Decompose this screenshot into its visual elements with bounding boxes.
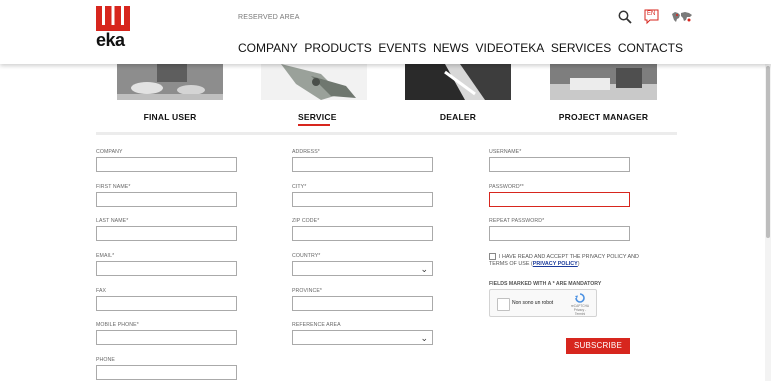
fax-label: FAX xyxy=(96,288,107,294)
project-manager-image[interactable] xyxy=(550,64,657,100)
first-name-input[interactable] xyxy=(96,192,237,207)
privacy-consent: I HAVE READ AND ACCEPT THE PRIVACY POLIC… xyxy=(489,253,639,268)
world-map-icon[interactable] xyxy=(671,10,693,28)
category-dealer[interactable]: DEALER xyxy=(405,112,511,122)
chevron-down-icon: ⌄ xyxy=(420,264,428,274)
city-label: CITY* xyxy=(292,184,307,190)
phone-label: PHONE xyxy=(96,357,115,363)
username-input[interactable] xyxy=(489,157,630,172)
main-nav: COMPANY PRODUCTS EVENTS NEWS VIDEOTEKA S… xyxy=(238,41,683,55)
reference-area-select[interactable]: ⌄ xyxy=(292,330,433,345)
repeat-password-input[interactable] xyxy=(489,226,630,241)
province-label: PROVINCE* xyxy=(292,288,323,294)
email-input[interactable] xyxy=(96,261,237,276)
subscribe-button[interactable]: SUBSCRIBE xyxy=(566,338,630,354)
nav-events[interactable]: EVENTS xyxy=(378,41,426,55)
logo-text: eka xyxy=(96,30,125,50)
password-label: PASSWORD** xyxy=(489,184,524,190)
scrollbar-thumb[interactable] xyxy=(766,66,770,238)
section-divider xyxy=(96,132,677,135)
phone-input[interactable] xyxy=(96,365,237,380)
password-input[interactable] xyxy=(489,192,630,207)
nav-contacts[interactable]: CONTACTS xyxy=(618,41,683,55)
recaptcha-logo: reCAPTCHA Privacy - Termini xyxy=(569,293,591,316)
last-name-input[interactable] xyxy=(96,226,237,241)
country-label: COUNTRY* xyxy=(292,253,321,259)
privacy-checkbox[interactable] xyxy=(489,253,496,260)
company-label: COMPANY xyxy=(96,149,123,155)
address-label: ADDRESS* xyxy=(292,149,320,155)
first-name-label: FIRST NAME* xyxy=(96,184,131,190)
province-input[interactable] xyxy=(292,296,433,311)
category-service[interactable]: SERVICE xyxy=(298,112,336,126)
repeat-password-label: REPEAT PASSWORD* xyxy=(489,218,545,224)
eka-logo[interactable]: eka xyxy=(96,6,130,50)
address-input[interactable] xyxy=(292,157,433,172)
username-label: USERNAME* xyxy=(489,149,522,155)
recaptcha-icon xyxy=(575,293,585,303)
reserved-area-link[interactable]: RESERVED AREA xyxy=(238,14,300,21)
logo-bars-icon xyxy=(96,6,130,31)
language-code: EN xyxy=(647,10,656,17)
company-input[interactable] xyxy=(96,157,237,172)
nav-products[interactable]: PRODUCTS xyxy=(304,41,371,55)
header-icons: EN xyxy=(606,9,693,29)
mobile-phone-input[interactable] xyxy=(96,330,237,345)
recaptcha-checkbox[interactable] xyxy=(497,298,510,311)
search-icon[interactable] xyxy=(618,10,632,29)
category-final-user[interactable]: FINAL USER xyxy=(117,112,223,122)
privacy-policy-link[interactable]: PRIVACY POLICY xyxy=(533,261,578,267)
mandatory-note: FIELDS MARKED WITH A * ARE MANDATORY xyxy=(489,281,602,287)
zip-code-input[interactable] xyxy=(292,226,433,241)
language-selector[interactable]: EN xyxy=(644,9,659,30)
last-name-label: LAST NAME* xyxy=(96,218,129,224)
mobile-phone-label: MOBILE PHONE* xyxy=(96,322,139,328)
city-input[interactable] xyxy=(292,192,433,207)
privacy-close: ) xyxy=(577,260,580,267)
category-project-manager[interactable]: PROJECT MANAGER xyxy=(550,112,657,122)
site-header: eka RESERVED AREA EN COMPANY PRODUCTS EV… xyxy=(0,0,771,64)
nav-company[interactable]: COMPANY xyxy=(238,41,298,55)
service-image[interactable] xyxy=(261,64,367,100)
nav-services[interactable]: SERVICES xyxy=(551,41,611,55)
zip-code-label: ZIP CODE* xyxy=(292,218,320,224)
recaptcha-widget: Non sono un robot reCAPTCHA Privacy - Te… xyxy=(489,289,597,317)
nav-videoteka[interactable]: VIDEOTEKA xyxy=(476,41,545,55)
nav-news[interactable]: NEWS xyxy=(433,41,469,55)
dealer-image[interactable] xyxy=(405,64,511,100)
recaptcha-label: Non sono un robot xyxy=(512,300,554,306)
final-user-image[interactable] xyxy=(117,64,223,100)
reference-area-label: REFERENCE AREA xyxy=(292,322,341,328)
country-select[interactable]: ⌄ xyxy=(292,261,433,276)
recaptcha-terms[interactable]: Privacy - Termini xyxy=(569,308,591,316)
fax-input[interactable] xyxy=(96,296,237,311)
email-label: EMAIL* xyxy=(96,253,115,259)
chevron-down-icon: ⌄ xyxy=(420,333,428,343)
